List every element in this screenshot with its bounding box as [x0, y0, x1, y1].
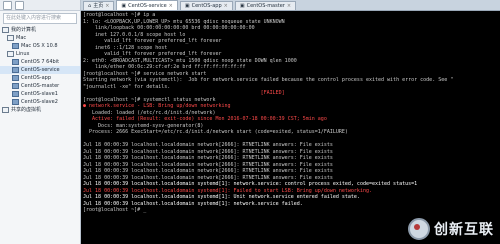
tree-item-label: CentOS-master — [21, 83, 60, 89]
library-pin-icon[interactable] — [15, 0, 24, 10]
library-toolbar — [0, 0, 80, 11]
close-icon[interactable]: × — [224, 2, 228, 10]
tree-item[interactable]: CentOS-slave2 — [0, 98, 80, 106]
tree-item-label: 我的计算机 — [11, 27, 37, 33]
tree-item-label: CentOS-slave1 — [21, 91, 58, 97]
vm-library-sidebar: 在此处键入内容进行搜索 我的计算机 Mac Mac OS X 10.8 Linux Ce… — [0, 0, 81, 244]
tree-item-label: Mac OS X 10.8 — [21, 43, 58, 49]
tree-item[interactable]: Mac OS X 10.8 — [0, 42, 80, 50]
watermark-text: 创新互联 — [434, 222, 494, 238]
terminal-line: Starting network (via systemctl): Job fo… — [83, 77, 454, 83]
watermark-logo-icon — [408, 218, 430, 240]
vm-icon — [12, 66, 19, 73]
tree-item[interactable]: Linux — [0, 50, 80, 58]
close-icon[interactable]: × — [169, 2, 173, 10]
tree-item[interactable]: 我的计算机 — [0, 26, 80, 34]
tree-item[interactable]: Mac — [0, 34, 80, 42]
tree-item[interactable]: CentOS-slave1 — [0, 90, 80, 98]
vm-icon — [12, 42, 19, 49]
close-icon[interactable]: × — [105, 2, 109, 10]
terminal-line: [root@localhost ~]# _ — [83, 207, 147, 213]
vm-tab-bar: ⌂ 主页 × ▣ CentOS-service × ▣ CentOS-app × ▣ CentOS-… — [81, 0, 500, 11]
tree-item-label: Linux — [16, 51, 30, 57]
tree-item-label: 共享的虚拟机 — [11, 107, 42, 113]
folder-icon — [7, 34, 14, 41]
tree-item[interactable]: CentOS 7 64bit — [0, 58, 80, 66]
tree-item-label: CentOS-slave2 — [21, 99, 58, 105]
vm-icon — [12, 74, 19, 81]
library-search-input[interactable]: 在此处键入内容进行搜索 — [3, 13, 77, 24]
watermark: 创新互联 — [408, 218, 494, 240]
vm-tab[interactable]: ▣ CentOS-app × — [179, 1, 233, 10]
close-icon[interactable]: × — [287, 2, 291, 10]
vm-tab-label: 主页 — [93, 3, 104, 9]
vm-icon — [12, 98, 19, 105]
vm-tree: 我的计算机 Mac Mac OS X 10.8 Linux CentOS 7 64bit… — [0, 26, 80, 114]
vm-icon: ▣ — [121, 2, 127, 9]
vm-icon: ▣ — [239, 3, 245, 9]
vm-icon — [12, 90, 19, 97]
terminal-console[interactable]: [root@localhost ~]# ip a 1: lo: <LOOPBACK… — [81, 11, 500, 244]
tree-item[interactable]: CentOS-master — [0, 82, 80, 90]
vm-tab-label: CentOS-app — [191, 3, 222, 9]
shared-icon — [2, 106, 9, 113]
tree-item[interactable]: CentOS-app — [0, 74, 80, 82]
tree-item-label: CentOS-service — [21, 67, 60, 73]
home-icon: ⌂ — [88, 3, 92, 9]
tree-item[interactable]: 共享的虚拟机 — [0, 106, 80, 114]
tree-item-label: CentOS 7 64bit — [21, 59, 60, 65]
vm-icon — [12, 58, 19, 65]
computer-icon — [2, 26, 9, 33]
vm-tab[interactable]: ⌂ 主页 × — [83, 1, 115, 10]
vm-tab-label: CentOS-master — [246, 3, 285, 9]
tree-item[interactable]: CentOS-service — [0, 66, 80, 74]
vm-tab-label: CentOS-service — [128, 2, 167, 9]
tree-item-label: CentOS-app — [21, 75, 52, 81]
tree-item-label: Mac — [16, 35, 27, 41]
vm-icon: ▣ — [184, 3, 190, 9]
vm-icon — [12, 82, 19, 89]
vm-tab[interactable]: ▣ CentOS-service × — [116, 0, 178, 10]
vm-tab[interactable]: ▣ CentOS-master × — [234, 1, 297, 10]
library-back-icon[interactable] — [3, 0, 12, 10]
folder-icon — [7, 50, 14, 57]
